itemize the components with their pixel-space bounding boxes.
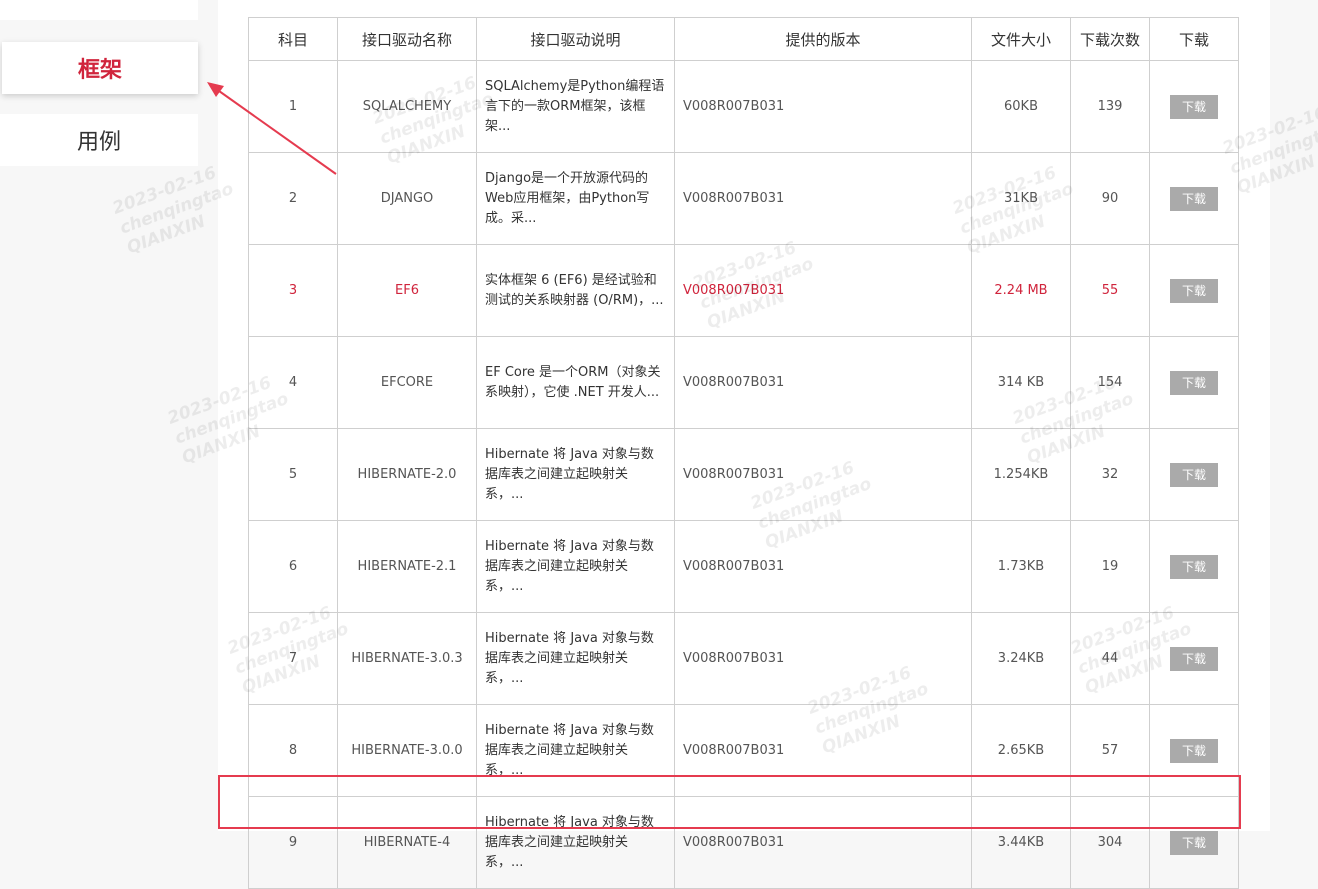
cell-name: HIBERNATE-3.0.3	[337, 612, 477, 705]
sidebar-item-usecase[interactable]: 用例	[0, 114, 198, 166]
cell-size: 1.254KB	[971, 428, 1071, 521]
cell-action: 下载	[1149, 612, 1239, 705]
cell-downloads: 304	[1070, 796, 1150, 889]
cell-downloads: 154	[1070, 336, 1150, 429]
cell-desc: EF Core 是一个ORM（对象关系映射），它使 .NET 开发人...	[476, 336, 675, 429]
cell-size: 60KB	[971, 60, 1071, 153]
cell-action: 下载	[1149, 704, 1239, 797]
cell-size: 314 KB	[971, 336, 1071, 429]
download-button[interactable]: 下载	[1170, 186, 1218, 211]
cell-name: EF6	[337, 244, 477, 337]
cell-size: 31KB	[971, 152, 1071, 245]
cell-size: 1.73KB	[971, 520, 1071, 613]
cell-no: 7	[248, 612, 338, 705]
header-driver-name: 接口驱动名称	[337, 17, 477, 61]
cell-desc: Hibernate 将 Java 对象与数据库表之间建立起映射关系，...	[476, 520, 675, 613]
download-button[interactable]: 下载	[1170, 554, 1218, 579]
cell-downloads: 90	[1070, 152, 1150, 245]
cell-action: 下载	[1149, 520, 1239, 613]
sidebar: 框架 用例	[0, 0, 218, 831]
download-button[interactable]: 下载	[1170, 94, 1218, 119]
cell-no: 3	[248, 244, 338, 337]
cell-desc: Hibernate 将 Java 对象与数据库表之间建立起映射关系，...	[476, 428, 675, 521]
cell-desc: Hibernate 将 Java 对象与数据库表之间建立起映射关系，...	[476, 612, 675, 705]
cell-size: 3.24KB	[971, 612, 1071, 705]
cell-version: V008R007B031	[674, 244, 972, 337]
table-header-row: 科目 接口驱动名称 接口驱动说明 提供的版本 文件大小 下载次数 下载	[248, 17, 1239, 61]
table-row: 8 HIBERNATE-3.0.0 Hibernate 将 Java 对象与数据…	[248, 704, 1239, 797]
cell-version: V008R007B031	[674, 520, 972, 613]
cell-name: HIBERNATE-2.0	[337, 428, 477, 521]
sidebar-item-partial[interactable]	[0, 0, 198, 20]
cell-version: V008R007B031	[674, 612, 972, 705]
cell-action: 下载	[1149, 796, 1239, 889]
table-row: 1 SQLALCHEMY SQLAlchemy是Python编程语言下的一款OR…	[248, 60, 1239, 153]
cell-name: HIBERNATE-4	[337, 796, 477, 889]
cell-no: 6	[248, 520, 338, 613]
table-row: 6 HIBERNATE-2.1 Hibernate 将 Java 对象与数据库表…	[248, 520, 1239, 613]
cell-version: V008R007B031	[674, 704, 972, 797]
cell-downloads: 139	[1070, 60, 1150, 153]
cell-no: 8	[248, 704, 338, 797]
cell-version: V008R007B031	[674, 796, 972, 889]
cell-name: SQLALCHEMY	[337, 60, 477, 153]
download-button[interactable]: 下载	[1170, 278, 1218, 303]
cell-action: 下载	[1149, 152, 1239, 245]
download-button[interactable]: 下载	[1170, 738, 1218, 763]
table-row: 9 HIBERNATE-4 Hibernate 将 Java 对象与数据库表之间…	[248, 796, 1239, 889]
header-subject: 科目	[248, 17, 338, 61]
cell-action: 下载	[1149, 336, 1239, 429]
cell-desc: 实体框架 6 (EF6) 是经试验和测试的关系映射器 (O/RM)，...	[476, 244, 675, 337]
header-version: 提供的版本	[674, 17, 972, 61]
header-file-size: 文件大小	[971, 17, 1071, 61]
cell-size: 3.44KB	[971, 796, 1071, 889]
header-download-count: 下载次数	[1070, 17, 1150, 61]
cell-version: V008R007B031	[674, 152, 972, 245]
cell-downloads: 57	[1070, 704, 1150, 797]
cell-downloads: 44	[1070, 612, 1150, 705]
table-row: 7 HIBERNATE-3.0.3 Hibernate 将 Java 对象与数据…	[248, 612, 1239, 705]
cell-desc: Hibernate 将 Java 对象与数据库表之间建立起映射关系，...	[476, 704, 675, 797]
table-row: 2 DJANGO Django是一个开放源代码的Web应用框架，由Python写…	[248, 152, 1239, 245]
cell-downloads: 55	[1070, 244, 1150, 337]
header-driver-desc: 接口驱动说明	[476, 17, 675, 61]
download-button[interactable]: 下载	[1170, 462, 1218, 487]
download-button[interactable]: 下载	[1170, 370, 1218, 395]
sidebar-item-framework[interactable]: 框架	[2, 42, 198, 94]
table-row: 4 EFCORE EF Core 是一个ORM（对象关系映射），它使 .NET …	[248, 336, 1239, 429]
driver-table: 科目 接口驱动名称 接口驱动说明 提供的版本 文件大小 下载次数 下载 1 SQ…	[248, 17, 1239, 889]
cell-no: 9	[248, 796, 338, 889]
cell-name: EFCORE	[337, 336, 477, 429]
cell-no: 4	[248, 336, 338, 429]
cell-no: 5	[248, 428, 338, 521]
cell-name: HIBERNATE-2.1	[337, 520, 477, 613]
table-row: 5 HIBERNATE-2.0 Hibernate 将 Java 对象与数据库表…	[248, 428, 1239, 521]
cell-action: 下载	[1149, 244, 1239, 337]
download-button[interactable]: 下载	[1170, 830, 1218, 855]
cell-name: DJANGO	[337, 152, 477, 245]
cell-downloads: 32	[1070, 428, 1150, 521]
cell-size: 2.24 MB	[971, 244, 1071, 337]
download-button[interactable]: 下载	[1170, 646, 1218, 671]
cell-action: 下载	[1149, 428, 1239, 521]
right-gutter	[1270, 0, 1318, 831]
cell-desc: Django是一个开放源代码的Web应用框架，由Python写成。采...	[476, 152, 675, 245]
header-download: 下载	[1149, 17, 1239, 61]
cell-desc: SQLAlchemy是Python编程语言下的一款ORM框架，该框架...	[476, 60, 675, 153]
cell-version: V008R007B031	[674, 60, 972, 153]
cell-downloads: 19	[1070, 520, 1150, 613]
table-row-highlighted: 3 EF6 实体框架 6 (EF6) 是经试验和测试的关系映射器 (O/RM)，…	[248, 244, 1239, 337]
cell-no: 1	[248, 60, 338, 153]
cell-size: 2.65KB	[971, 704, 1071, 797]
cell-action: 下载	[1149, 60, 1239, 153]
cell-version: V008R007B031	[674, 336, 972, 429]
cell-no: 2	[248, 152, 338, 245]
cell-name: HIBERNATE-3.0.0	[337, 704, 477, 797]
cell-desc: Hibernate 将 Java 对象与数据库表之间建立起映射关系，...	[476, 796, 675, 889]
cell-version: V008R007B031	[674, 428, 972, 521]
